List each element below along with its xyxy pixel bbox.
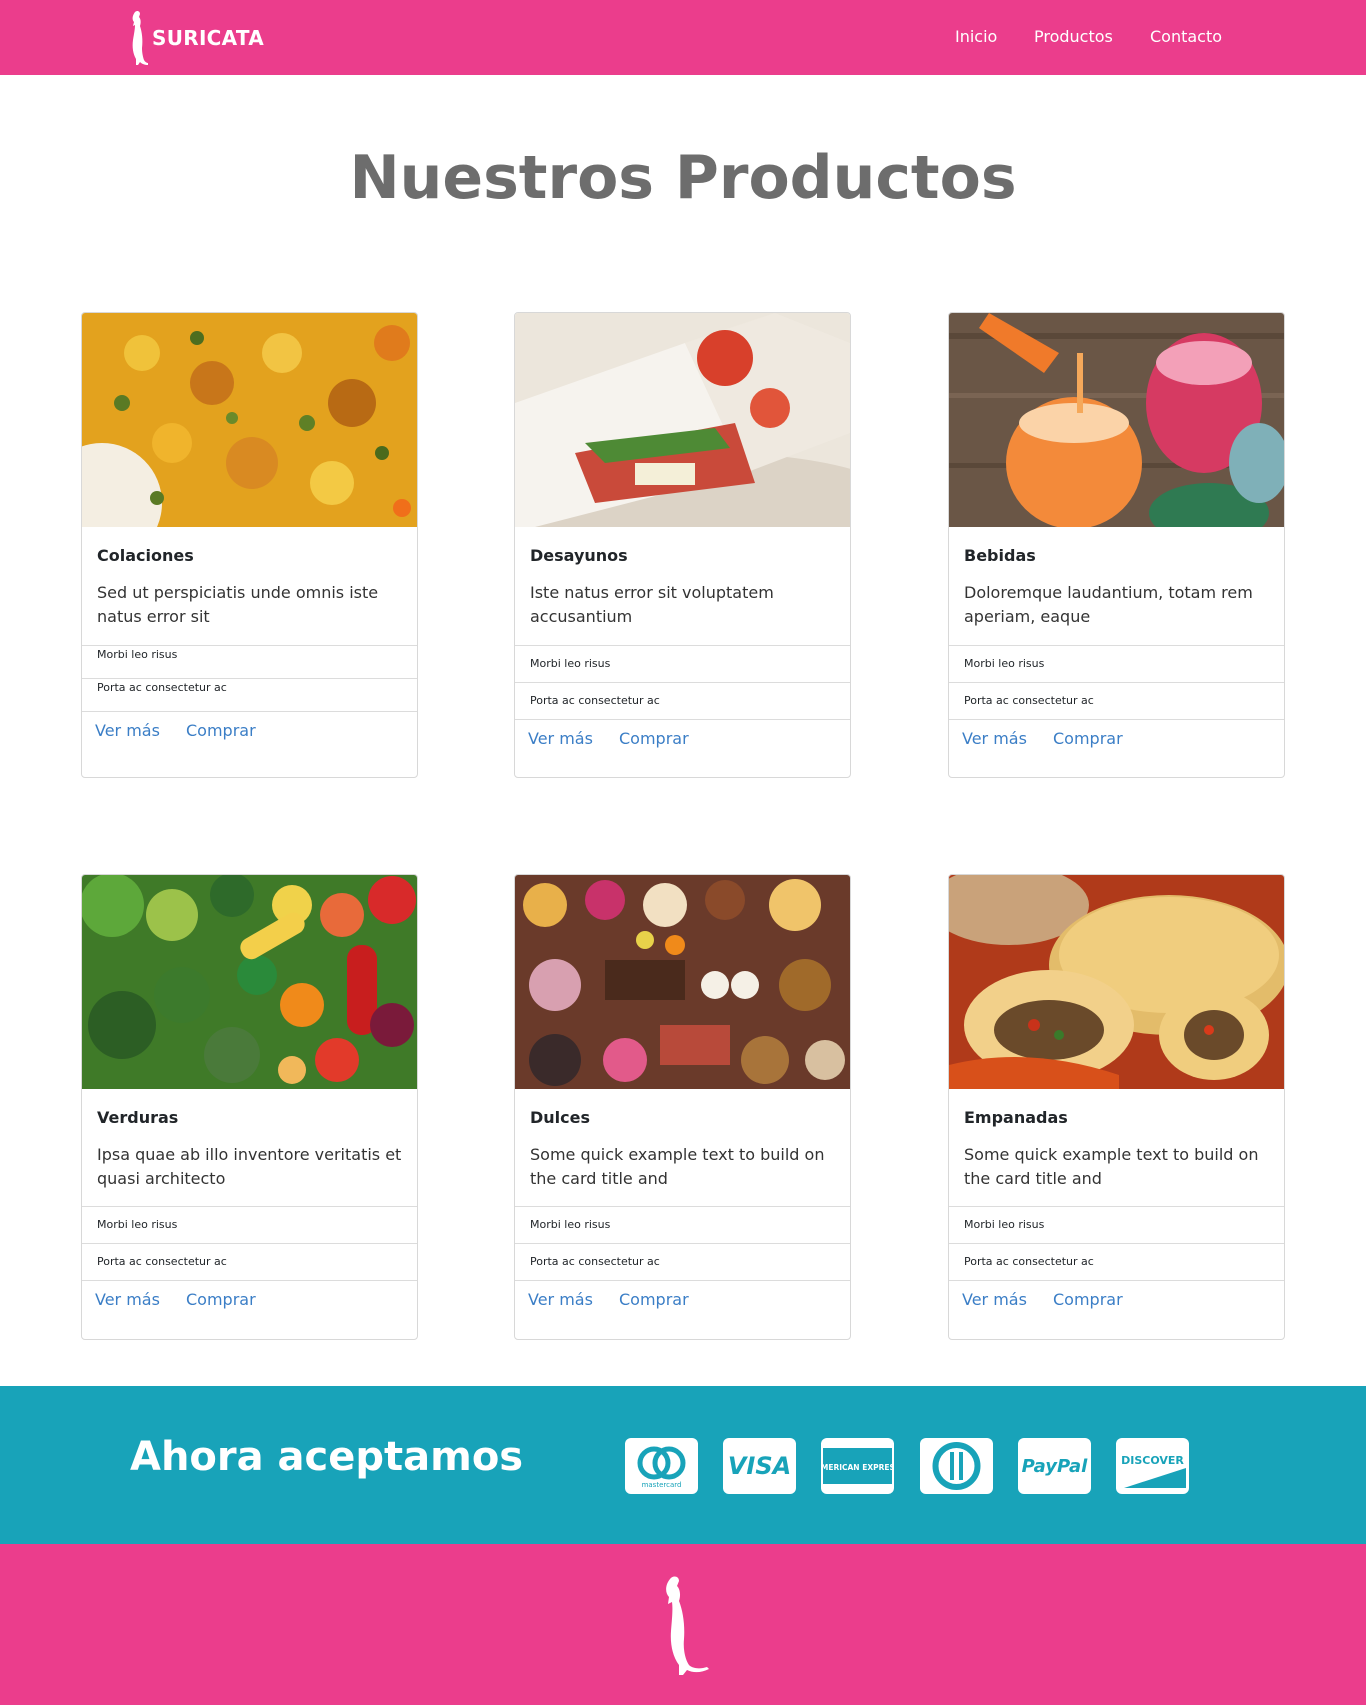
divider [82, 711, 417, 712]
list-item: Porta ac consectetur ac [964, 1255, 1094, 1268]
divider [949, 1206, 1284, 1207]
list-item: Morbi leo risus [97, 1218, 178, 1231]
visa-label: VISA [728, 1452, 791, 1480]
brand-name: SURICATA [152, 25, 265, 50]
card-title: Colaciones [97, 546, 194, 565]
list-item: Morbi leo risus [530, 1218, 611, 1231]
divider [949, 1243, 1284, 1244]
divider [949, 682, 1284, 683]
brand-logo[interactable]: SURICATA [126, 10, 264, 65]
card-title: Bebidas [964, 546, 1036, 565]
list-item: Morbi leo risus [97, 648, 178, 661]
mastercard-icon: mastercard [625, 1438, 698, 1494]
card-title: Empanadas [964, 1108, 1068, 1127]
nav-link-productos[interactable]: Productos [1034, 27, 1113, 46]
visa-icon: VISA [723, 1438, 796, 1494]
card-text: Ipsa quae ab illo inventore veritatis et… [97, 1145, 402, 1188]
comprar-link[interactable]: Comprar [186, 1290, 256, 1309]
footer [0, 1544, 1366, 1705]
paypal-icon: PayPal [1018, 1438, 1091, 1494]
navbar: SURICATA Inicio Productos Contacto [0, 0, 1366, 75]
list-item: Porta ac consectetur ac [530, 1255, 660, 1268]
verduras-image [82, 875, 417, 1089]
page-title: Nuestros Productos [349, 143, 1017, 213]
desayunos-image [515, 313, 850, 527]
nav-link-contacto[interactable]: Contacto [1150, 27, 1222, 46]
list-item: Morbi leo risus [964, 657, 1045, 670]
product-card-dulces: Dulces Some quick example text to build … [514, 874, 851, 1340]
product-card-bebidas: Bebidas Doloremque laudantium, totam rem… [948, 312, 1285, 778]
divider [515, 1243, 850, 1244]
list-item: Morbi leo risus [964, 1218, 1045, 1231]
card-text: Doloremque laudantium, totam rem aperiam… [964, 583, 1253, 626]
mastercard-label: mastercard [642, 1481, 682, 1489]
card-text: Some quick example text to build on the … [964, 1145, 1259, 1188]
divider [515, 719, 850, 720]
ver-mas-link[interactable]: Ver más [962, 1290, 1027, 1309]
card-title: Dulces [530, 1108, 591, 1127]
comprar-link[interactable]: Comprar [186, 721, 256, 740]
ver-mas-link[interactable]: Ver más [528, 1290, 593, 1309]
product-card-desayunos: Desayunos Iste natus error sit voluptate… [514, 312, 851, 778]
list-item: Morbi leo risus [530, 657, 611, 670]
list-item: Porta ac consectetur ac [964, 694, 1094, 707]
card-text: Sed ut perspiciatis unde omnis iste natu… [97, 583, 379, 626]
divider [515, 645, 850, 646]
empanadas-image [949, 875, 1284, 1089]
bebidas-image [949, 313, 1284, 527]
card-text: Some quick example text to build on the … [530, 1145, 825, 1188]
list-item: Porta ac consectetur ac [530, 694, 660, 707]
nav-link-inicio[interactable]: Inicio [955, 27, 997, 46]
product-card-verduras: Verduras Ipsa quae ab illo inventore ver… [81, 874, 418, 1340]
meerkat-icon [132, 10, 148, 65]
discover-icon: DISCOVER [1116, 1438, 1189, 1494]
american-express-icon: AMERICAN EXPRESS [821, 1438, 894, 1494]
comprar-link[interactable]: Comprar [619, 1290, 689, 1309]
divider [515, 1206, 850, 1207]
list-item: Porta ac consectetur ac [97, 681, 227, 694]
comprar-link[interactable]: Comprar [619, 729, 689, 748]
comprar-link[interactable]: Comprar [1053, 1290, 1123, 1309]
amex-label: AMERICAN EXPRESS [821, 1463, 894, 1472]
product-card-empanadas: Empanadas Some quick example text to bui… [948, 874, 1285, 1340]
payments-title: Ahora aceptamos [130, 1434, 524, 1480]
payments-section: Ahora aceptamos mastercard VISA AMERICAN… [0, 1386, 1366, 1544]
list-item: Porta ac consectetur ac [97, 1255, 227, 1268]
dulces-image [515, 875, 850, 1089]
ver-mas-link[interactable]: Ver más [528, 729, 593, 748]
discover-label: DISCOVER [1121, 1454, 1184, 1467]
card-title: Verduras [97, 1108, 179, 1127]
divider [949, 719, 1284, 720]
divider [949, 645, 1284, 646]
card-text: Iste natus error sit voluptatem accusant… [530, 583, 774, 626]
comprar-link[interactable]: Comprar [1053, 729, 1123, 748]
ver-mas-link[interactable]: Ver más [95, 1290, 160, 1309]
divider [949, 1280, 1284, 1281]
divider [515, 682, 850, 683]
divider [82, 1243, 417, 1244]
divider [82, 1206, 417, 1207]
ver-mas-link[interactable]: Ver más [95, 721, 160, 740]
meerkat-icon [666, 1576, 709, 1675]
divider [82, 645, 417, 646]
diners-club-icon [920, 1438, 993, 1494]
card-title: Desayunos [530, 546, 628, 565]
ver-mas-link[interactable]: Ver más [962, 729, 1027, 748]
paypal-label: PayPal [1022, 1456, 1089, 1477]
divider [82, 678, 417, 679]
divider [515, 1280, 850, 1281]
colaciones-image [82, 313, 417, 527]
divider [82, 1280, 417, 1281]
product-card-colaciones: Colaciones Sed ut perspiciatis unde omni… [81, 312, 418, 778]
